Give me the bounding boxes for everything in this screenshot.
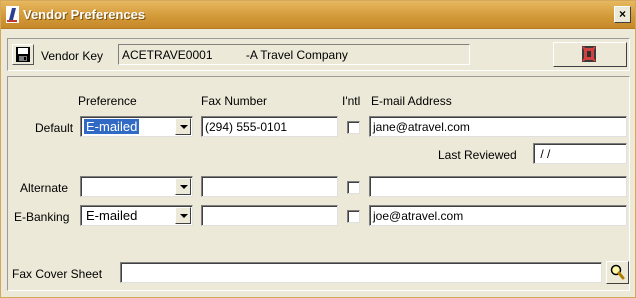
alternate-row-label: Alternate — [20, 181, 69, 195]
chevron-down-icon[interactable] — [175, 178, 191, 195]
last-reviewed-label: Last Reviewed — [438, 148, 517, 162]
window-title: Vendor Preferences — [23, 7, 146, 22]
preferences-panel: Preference Fax Number I'ntl E-mail Addre… — [7, 76, 630, 291]
ebanking-email-input[interactable]: joe@atravel.com — [369, 205, 627, 226]
last-reviewed-input[interactable]: / / — [533, 143, 627, 164]
default-preference-select[interactable]: E-mailed — [80, 116, 193, 137]
title-bar[interactable]: Vendor Preferences × — [1, 1, 635, 29]
default-row-label: Default — [35, 121, 74, 135]
alternate-fax-input[interactable] — [201, 176, 338, 197]
ebanking-preference-select[interactable]: E-mailed — [80, 205, 193, 226]
exit-button[interactable] — [553, 42, 627, 67]
fax-cover-sheet-input[interactable] — [120, 262, 602, 283]
default-preference-value: E-mailed — [82, 118, 141, 135]
alternate-intl-checkbox[interactable] — [347, 181, 360, 194]
fax-cover-sheet-label: Fax Cover Sheet — [12, 267, 103, 281]
alternate-email-input[interactable] — [369, 176, 627, 197]
fax-number-header: Fax Number — [201, 94, 268, 108]
alternate-preference-select[interactable] — [80, 176, 193, 197]
chevron-down-icon[interactable] — [175, 118, 191, 135]
ebanking-intl-checkbox[interactable] — [347, 210, 360, 223]
default-fax-input[interactable]: (294) 555-0101 — [201, 116, 338, 137]
magnifier-icon — [610, 264, 625, 280]
email-header: E-mail Address — [371, 94, 452, 108]
default-intl-checkbox[interactable] — [347, 121, 360, 134]
vendor-key-label: Vendor Key — [41, 49, 104, 63]
save-button[interactable] — [12, 44, 34, 65]
preference-header: Preference — [78, 94, 137, 108]
ebanking-fax-input[interactable] — [201, 205, 338, 226]
ebanking-preference-value: E-mailed — [86, 208, 138, 223]
exit-door-icon — [582, 46, 596, 62]
app-logo-icon — [6, 6, 19, 23]
intl-header: I'ntl — [342, 94, 361, 108]
vendor-key-field: ACETRAVE0001 -A Travel Company — [118, 44, 470, 65]
vendor-key-bar: Vendor Key ACETRAVE0001 -A Travel Compan… — [7, 38, 630, 71]
ebanking-row-label: E-Banking — [14, 210, 70, 224]
fax-cover-search-button[interactable] — [606, 261, 629, 284]
chevron-down-icon[interactable] — [175, 207, 191, 224]
vendor-preferences-window: Vendor Preferences × Vendor Key ACETRAVE… — [0, 0, 636, 298]
close-icon: × — [618, 7, 626, 21]
default-email-input[interactable]: jane@atravel.com — [369, 116, 627, 137]
close-button[interactable]: × — [614, 6, 631, 23]
floppy-disk-icon — [16, 47, 30, 62]
